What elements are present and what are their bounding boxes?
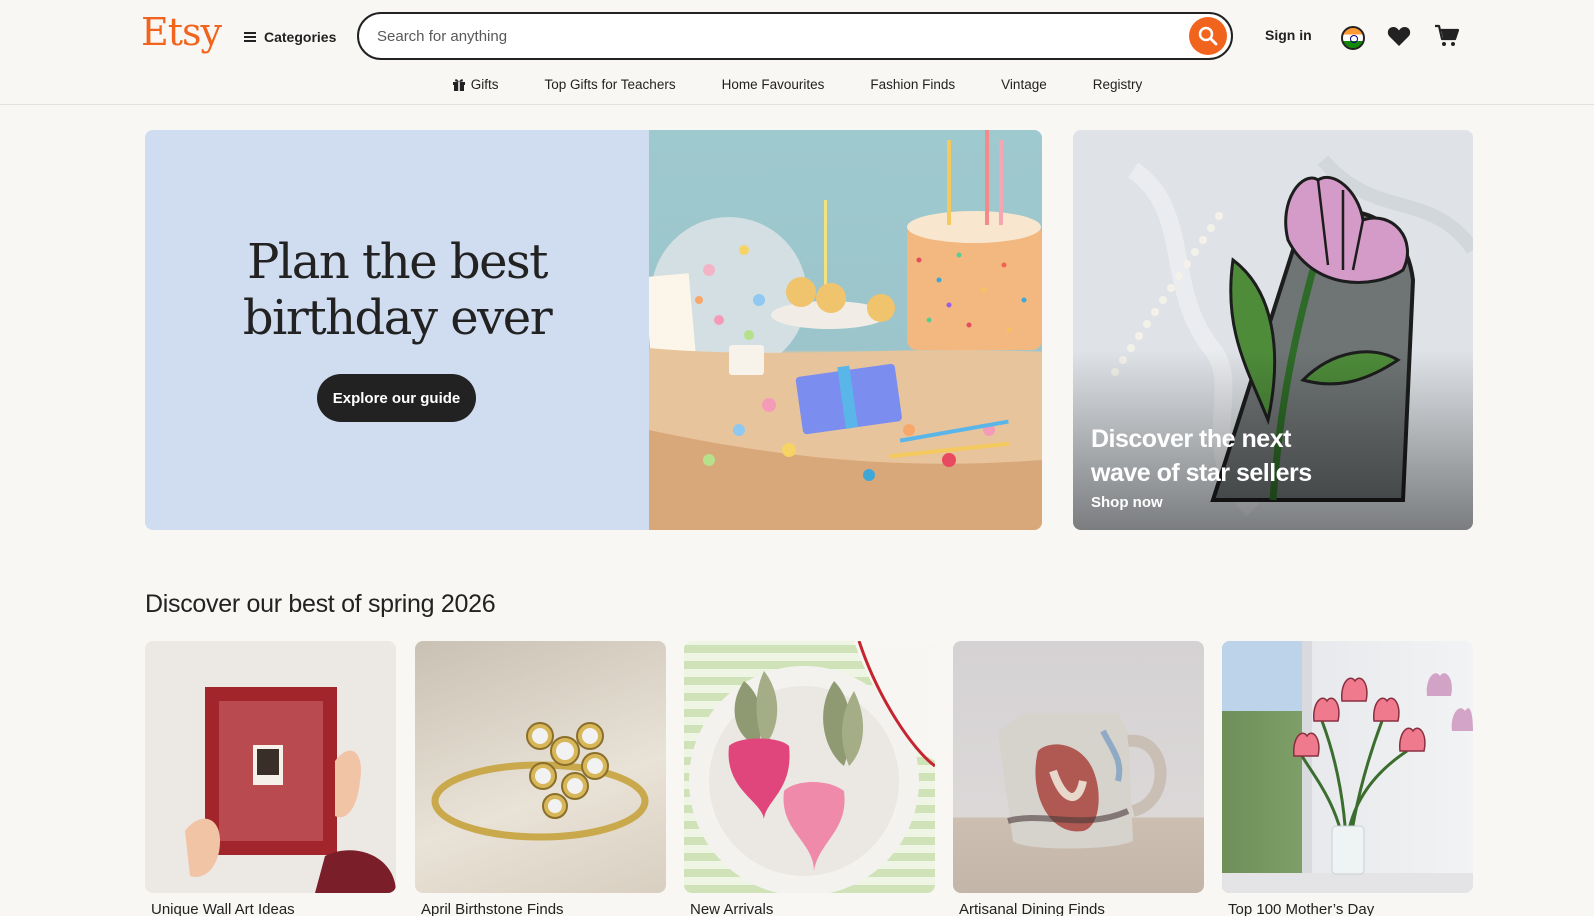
card-label: Top 100 Mother’s Day: [1228, 901, 1375, 916]
radish-place-cards-illustration: [689, 641, 935, 893]
explore-guide-button[interactable]: Explore our guide: [317, 374, 476, 422]
wall-art-illustration: [185, 687, 396, 893]
nav-item-registry[interactable]: Registry: [1093, 73, 1143, 95]
nav-item-label: Fashion Finds: [870, 76, 956, 92]
gift-icon: [452, 79, 465, 91]
nav-item-top-gifts-teachers[interactable]: Top Gifts for Teachers: [545, 73, 676, 95]
star-sellers-banner[interactable]: Discover the next wave of star sellers S…: [1073, 130, 1473, 530]
search-input[interactable]: [377, 24, 1157, 48]
star-sellers-title-line: Discover the next: [1091, 425, 1291, 453]
card-label: April Birthstone Finds: [421, 901, 564, 916]
search-button[interactable]: [1189, 17, 1227, 55]
nav-item-label: Vintage: [1001, 76, 1047, 92]
region-flag-icon[interactable]: [1341, 26, 1365, 50]
hero-text-panel: Plan the best birthday ever Explore our …: [145, 130, 649, 530]
site-header: Etsy Categories Sign in: [0, 0, 1594, 105]
heart-icon[interactable]: [1387, 25, 1411, 47]
card-label: Unique Wall Art Ideas: [151, 901, 295, 916]
search-icon: [1198, 26, 1218, 46]
birthday-party-image: [643, 130, 1042, 530]
ring-illustration: [431, 722, 649, 841]
sign-in-link[interactable]: Sign in: [1265, 27, 1312, 43]
artisanal-dining-image: [953, 641, 1204, 893]
nav-item-label: Top Gifts for Teachers: [544, 76, 676, 92]
nav-item-vintage[interactable]: Vintage: [1001, 73, 1047, 95]
menu-icon: [244, 30, 256, 44]
nav-item-fashion-finds[interactable]: Fashion Finds: [870, 73, 955, 95]
hero-title: Plan the best birthday ever: [165, 234, 629, 346]
category-card-wall-art[interactable]: Unique Wall Art Ideas: [145, 641, 396, 916]
category-card-mothers-day[interactable]: Top 100 Mother’s Day: [1222, 641, 1473, 916]
sub-navigation: Gifts Top Gifts for Teachers Home Favour…: [0, 73, 1594, 95]
categories-label: Categories: [264, 29, 337, 45]
shop-now-link[interactable]: Shop now: [1091, 494, 1163, 511]
ceramic-jug-illustration: [998, 713, 1167, 849]
etsy-logo[interactable]: Etsy: [141, 10, 222, 54]
search-bar: [357, 12, 1233, 60]
section-title: Discover our best of spring 2026: [145, 590, 496, 618]
tulips-illustration: [1222, 641, 1473, 893]
nav-item-label: Home Favourites: [721, 76, 825, 92]
card-label: Artisanal Dining Finds: [959, 901, 1105, 916]
card-label: New Arrivals: [690, 901, 774, 916]
hero-banner[interactable]: Plan the best birthday ever Explore our …: [145, 130, 1042, 530]
nav-item-label: Gifts: [470, 76, 499, 92]
birthday-illustration: [643, 130, 1042, 530]
cart-icon[interactable]: [1434, 23, 1460, 49]
category-card-artisanal-dining[interactable]: Artisanal Dining Finds: [953, 641, 1204, 916]
category-card-new-arrivals[interactable]: New Arrivals: [684, 641, 935, 916]
hero-title-line: Plan the best: [247, 234, 548, 290]
new-arrivals-image: [684, 641, 935, 893]
wall-art-image: [145, 641, 396, 893]
nav-item-home-favourites[interactable]: Home Favourites: [722, 73, 825, 95]
star-sellers-title-line: wave of star sellers: [1091, 459, 1312, 487]
star-sellers-title: Discover the next wave of star sellers: [1091, 422, 1351, 490]
nav-item-gifts[interactable]: Gifts: [452, 73, 499, 95]
birthstone-image: [415, 641, 666, 893]
category-card-birthstone[interactable]: April Birthstone Finds: [415, 641, 666, 916]
nav-item-label: Registry: [1092, 76, 1143, 92]
categories-button[interactable]: Categories: [244, 26, 336, 48]
hero-title-line: birthday ever: [242, 290, 553, 346]
mothers-day-image: [1222, 641, 1473, 893]
